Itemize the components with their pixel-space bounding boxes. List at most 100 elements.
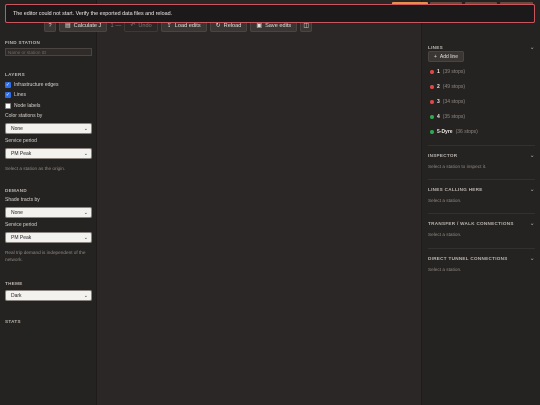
line-color-dot [430, 70, 434, 74]
undo-icon: ↶ [130, 23, 136, 29]
line-color-dot [430, 115, 434, 119]
line-item[interactable]: 1 (39 stops) [430, 69, 465, 75]
load-edits-label: Load edits [174, 23, 201, 29]
undo-label: Undo [138, 23, 152, 29]
tunnel-body: Select a station. [428, 267, 462, 272]
layers-heading: LAYERS [5, 72, 26, 77]
inspector-body: Select a station to inspect it. [428, 164, 487, 169]
demand-service-period-value: PM Peak [11, 234, 32, 241]
error-banner: The editor could not start. Verify the e… [5, 4, 535, 23]
chevron-down-icon[interactable]: ⌄ [530, 44, 535, 51]
tunnel-heading: DIRECT TUNNEL CONNECTIONS [428, 256, 508, 261]
shade-tracts-select[interactable]: None ⌄ [5, 207, 92, 218]
chevron-down-icon: ⌄ [83, 125, 88, 132]
checkbox-checked-icon[interactable]: ✓ [5, 82, 11, 88]
node-labels-toggle[interactable]: Node labels [5, 103, 40, 109]
tunnel-section[interactable]: DIRECT TUNNEL CONNECTIONS ⌄ Select a sta… [428, 255, 535, 272]
line-item[interactable]: 5-Dyre (36 stops) [430, 129, 478, 135]
demand-heading: DEMAND [5, 188, 27, 193]
chevron-down-icon[interactable]: ⌄ [530, 255, 535, 262]
lines-calling-section[interactable]: LINES CALLING HERE ⌄ Select a station. [428, 186, 535, 203]
app-root: FIND STATION Name or station ID LAYERS ✓… [0, 0, 540, 405]
line-name: 3 [437, 99, 440, 105]
lines-section-header[interactable]: LINES ⌄ [428, 44, 535, 51]
upload-icon: ⇪ [166, 23, 172, 29]
add-line-button[interactable]: + Add line [428, 51, 464, 62]
lines-toggle[interactable]: ✓ Lines [5, 92, 26, 98]
chevron-down-icon[interactable]: ⌄ [530, 220, 535, 227]
line-name: 1 [437, 69, 440, 75]
map-canvas[interactable] [97, 0, 421, 405]
left-sidebar: FIND STATION Name or station ID LAYERS ✓… [0, 0, 97, 405]
help-label: ? [48, 23, 52, 29]
color-stations-value: None [11, 125, 23, 132]
calculate-label: Calculate J [73, 23, 102, 29]
shade-tracts-value: None [11, 209, 23, 216]
service-period-select[interactable]: PM Peak ⌄ [5, 148, 92, 159]
lines-toggle-label: Lines [14, 92, 26, 98]
service-period-label: Service period [5, 138, 37, 144]
chevron-down-icon: ⌄ [83, 209, 88, 216]
line-item[interactable]: 3 (34 stops) [430, 99, 465, 105]
save-icon: ▣ [256, 23, 263, 29]
layers-hint: Select a station as the origin. [5, 166, 66, 171]
line-name: 2 [437, 84, 440, 90]
plus-icon: + [434, 53, 437, 60]
divider [428, 145, 535, 146]
chevron-down-icon: ⌄ [83, 150, 88, 157]
divider [428, 213, 535, 214]
right-sidebar: LINES ⌄ + Add line 1 (39 stops) 2 (49 st… [421, 0, 540, 405]
reload-icon: ↻ [215, 23, 221, 29]
color-stations-label: Color stations by [5, 113, 43, 119]
divider [428, 179, 535, 180]
checkbox-unchecked-icon[interactable] [5, 103, 11, 109]
line-stops: (34 stops) [442, 99, 466, 105]
theme-select[interactable]: Dark ⌄ [5, 290, 92, 301]
line-stops: (35 stops) [442, 114, 466, 120]
error-message: The editor could not start. Verify the e… [13, 10, 173, 17]
line-item[interactable]: 4 (35 stops) [430, 114, 465, 120]
chevron-down-icon: ⌄ [83, 234, 88, 241]
line-name: 4 [437, 114, 440, 120]
shade-tracts-label: Shade tracts by [5, 197, 40, 203]
add-line-label: Add line [439, 53, 458, 60]
lines-calling-heading: LINES CALLING HERE [428, 187, 483, 192]
infrastructure-edges-label: Infrastructure edges [14, 82, 59, 88]
reload-label: Reload [223, 23, 242, 29]
line-item[interactable]: 2 (49 stops) [430, 84, 465, 90]
chevron-down-icon[interactable]: ⌄ [530, 152, 535, 159]
color-stations-select[interactable]: None ⌄ [5, 123, 92, 134]
demand-service-period-label: Service period [5, 222, 37, 228]
transfer-heading: TRANSFER / WALK CONNECTIONS [428, 221, 514, 226]
demand-service-period-select[interactable]: PM Peak ⌄ [5, 232, 92, 243]
service-period-value: PM Peak [11, 150, 32, 157]
lines-heading: LINES [428, 45, 444, 50]
chevron-down-icon[interactable]: ⌄ [530, 186, 535, 193]
lines-calling-body: Select a station. [428, 198, 462, 203]
station-search-input[interactable]: Name or station ID [5, 48, 92, 56]
demand-hint: Real trip demand is independent of the n… [5, 250, 86, 262]
line-color-dot [430, 130, 434, 134]
line-stops: (39 stops) [442, 69, 466, 75]
line-stops: (49 stops) [442, 84, 466, 90]
find-station-heading: FIND STATION [5, 40, 41, 45]
line-name: 5-Dyre [437, 129, 453, 135]
node-labels-label: Node labels [14, 103, 41, 109]
line-stops: (36 stops) [455, 129, 478, 135]
chevron-down-icon: ⌄ [83, 292, 88, 299]
save-edits-label: Save edits [265, 23, 292, 29]
document-icon: ▤ [65, 23, 71, 29]
line-color-dot [430, 100, 434, 104]
infrastructure-edges-toggle[interactable]: ✓ Infrastructure edges [5, 82, 58, 88]
inspector-heading: INSPECTOR [428, 153, 458, 158]
transfer-section[interactable]: TRANSFER / WALK CONNECTIONS ⌄ Select a s… [428, 220, 535, 237]
checkbox-checked-icon[interactable]: ✓ [5, 92, 11, 98]
theme-value: Dark [11, 292, 22, 299]
inspector-section[interactable]: INSPECTOR ⌄ Select a station to inspect … [428, 152, 535, 169]
theme-heading: THEME [5, 281, 23, 286]
line-color-dot [430, 85, 434, 89]
stats-heading: STATS [5, 319, 21, 324]
divider [428, 248, 535, 249]
transfer-body: Select a station. [428, 232, 462, 237]
edit-counter: 1 — [110, 23, 122, 29]
